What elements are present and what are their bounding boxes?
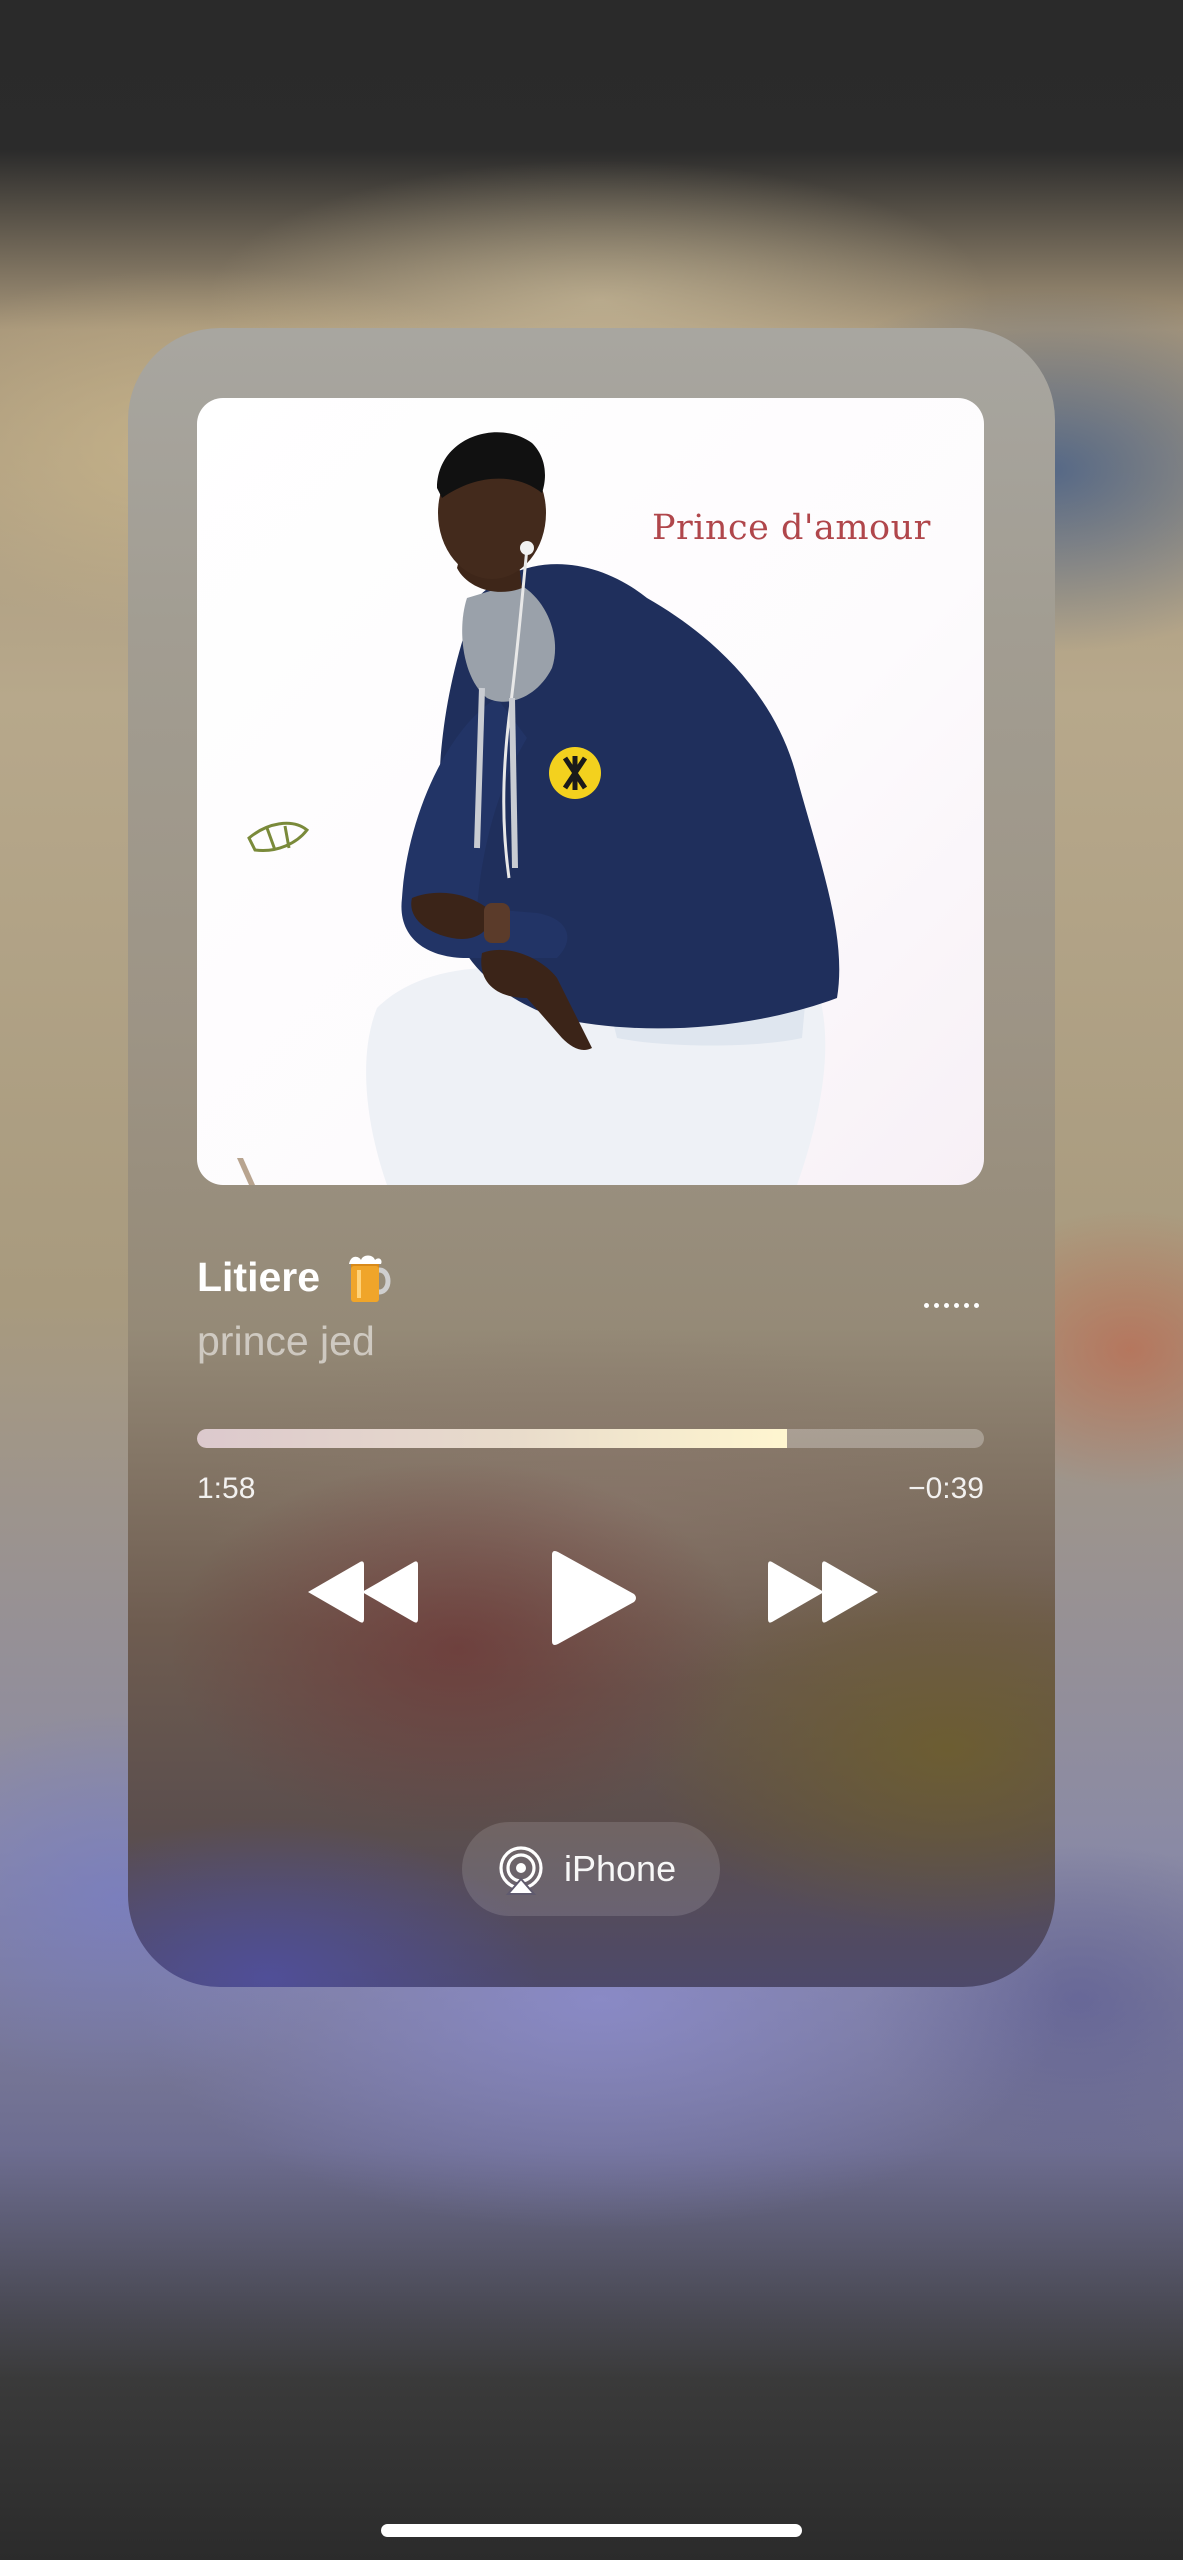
- playback-progress-fill: [197, 1429, 788, 1448]
- rewind-icon: [308, 1561, 418, 1623]
- remaining-time: −0:39: [908, 1472, 984, 1505]
- elapsed-time: 1:58: [197, 1472, 256, 1505]
- now-playing-card: Prince d'amour Litiere prince jed 1:58 −…: [128, 328, 1055, 1987]
- rewind-button[interactable]: [308, 1560, 418, 1624]
- fast-forward-icon: [768, 1561, 878, 1623]
- album-art: Prince d'amour: [197, 398, 984, 1185]
- play-icon: [552, 1551, 636, 1645]
- airplay-icon: [499, 1846, 543, 1895]
- airplay-output-button[interactable]: iPhone: [462, 1822, 720, 1916]
- home-indicator[interactable]: [381, 2524, 802, 2537]
- more-options-button[interactable]: [918, 1278, 984, 1308]
- fast-forward-button[interactable]: [768, 1560, 878, 1624]
- artist-name: prince jed: [197, 1318, 375, 1364]
- beer-mug-icon: [349, 1255, 391, 1302]
- play-button[interactable]: [548, 1549, 638, 1647]
- album-art-title: Prince d'amour: [652, 508, 931, 548]
- playback-scrubber[interactable]: [197, 1429, 984, 1448]
- more-dots-icon: [924, 1303, 979, 1308]
- output-device-label: iPhone: [564, 1848, 677, 1889]
- track-title: Litiere: [197, 1254, 321, 1300]
